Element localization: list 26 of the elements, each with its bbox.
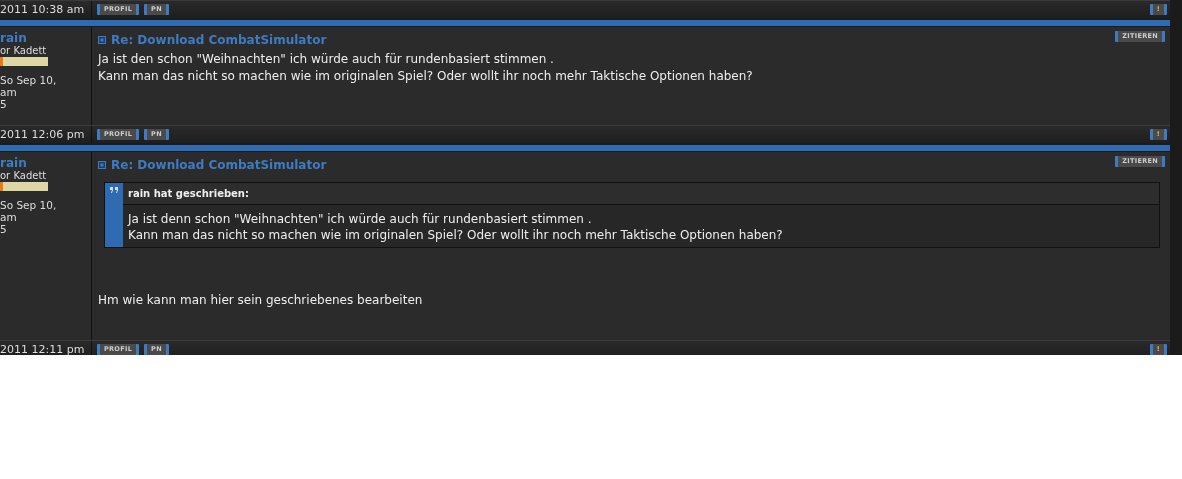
post-date: 2011 12:11 pm bbox=[0, 341, 92, 355]
quote-text: Kann man das nicht so machen wie im originalen Spiel? Oder wollt ihr noch mehr Taktische Optionen haben? bbox=[128, 227, 784, 243]
post-title[interactable]: Re: Download CombatSimulator bbox=[111, 31, 327, 49]
post-icon bbox=[98, 36, 106, 44]
join-date: So Sep 10, bbox=[0, 199, 58, 211]
post-text: Hm wie kann man hier sein geschriebenes bearbeiten bbox=[98, 292, 424, 309]
join-date: am bbox=[0, 211, 18, 223]
post-text: Ja ist den schon "Weihnachten" ich würde auch für rundenbasiert stimmen . bbox=[98, 51, 555, 68]
rank-bar bbox=[0, 57, 48, 66]
rank-bar bbox=[0, 182, 48, 191]
quote-author: rain hat geschrieben: bbox=[123, 183, 1159, 205]
post-date: 2011 12:06 pm bbox=[0, 126, 92, 143]
join-date: am bbox=[0, 86, 18, 98]
post-icon bbox=[98, 161, 106, 169]
author-name[interactable]: rain bbox=[0, 31, 91, 45]
post-title[interactable]: Re: Download CombatSimulator bbox=[111, 156, 327, 174]
quote-icon bbox=[109, 186, 119, 194]
join-date: So Sep 10, bbox=[0, 74, 58, 86]
join-date: 5 bbox=[0, 223, 8, 235]
author-rank: or Kadett bbox=[0, 170, 48, 182]
join-date: 5 bbox=[0, 98, 8, 110]
author-name[interactable]: rain bbox=[0, 156, 91, 170]
author-rank: or Kadett bbox=[0, 45, 48, 57]
post-date: 2011 10:38 am bbox=[0, 1, 92, 18]
post-text: Kann man das nicht so machen wie im originalen Spiel? Oder wollt ihr noch mehr Taktische Optionen haben? bbox=[98, 68, 754, 85]
quote-text: Ja ist denn schon "Weihnachten" ich würde auch für rundenbasiert stimmen . bbox=[128, 211, 593, 227]
